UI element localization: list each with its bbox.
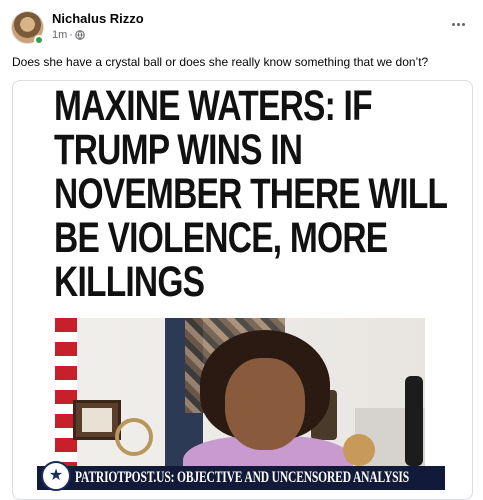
more-options-icon <box>451 22 455 26</box>
headline-line: TRUMP WINS IN <box>54 126 303 174</box>
award-trophy <box>115 418 153 456</box>
image-headline: MAXINE WATERS: IF TRUMP WINS IN NOVEMBER… <box>54 82 448 306</box>
post-meta: 1m · <box>52 29 85 41</box>
framed-certificate <box>73 400 121 440</box>
globe-icon[interactable] <box>75 30 85 40</box>
post-timestamp[interactable]: 1m <box>52 29 67 41</box>
online-status-dot <box>34 35 44 45</box>
post-text: Does she have a crystal ball or does she… <box>12 55 429 69</box>
headline-line: MAXINE WATERS: IF <box>54 82 373 130</box>
meta-separator: · <box>69 29 73 41</box>
teddy-bear <box>343 434 375 466</box>
banner-text: PATRIOTPOST.US: OBJECTIVE AND UNCENSORED… <box>75 469 410 486</box>
author-name[interactable]: Nichalus Rizzo <box>52 11 144 26</box>
headline-line: KILLINGS <box>54 258 205 306</box>
headline-line: BE VIOLENCE, MORE <box>54 214 388 262</box>
post-header: Nichalus Rizzo 1m · <box>0 0 483 48</box>
american-flag <box>55 318 77 471</box>
source-banner: ★ PATRIOTPOST.US: OBJECTIVE AND UNCENSOR… <box>37 461 445 491</box>
more-options-button[interactable] <box>447 14 469 34</box>
statue <box>405 376 423 466</box>
star-seal-icon: ★ <box>41 461 71 491</box>
person-face <box>225 358 305 450</box>
video-still-photo <box>55 318 425 471</box>
headline-line: NOVEMBER THERE WILL <box>54 170 448 218</box>
